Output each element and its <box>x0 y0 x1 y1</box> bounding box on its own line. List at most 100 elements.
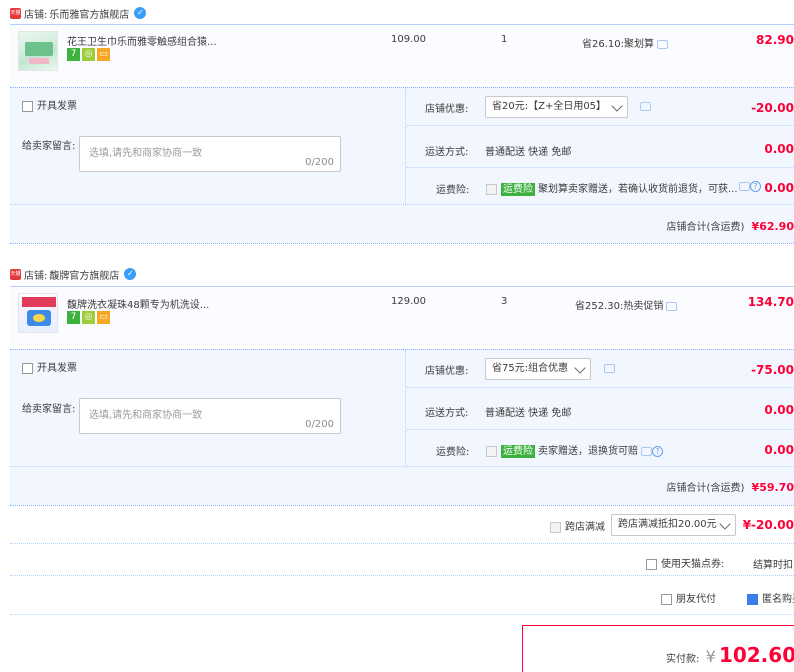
cross-store-select[interactable]: 跨店满减抵扣20.00元 <box>611 514 736 536</box>
payment-label: 实付款: <box>666 654 700 665</box>
options-row-divider <box>405 125 794 126</box>
store-divider <box>10 243 794 244</box>
chevron-down-icon <box>719 518 731 530</box>
tmall-points-note: 结算时扣 <box>753 560 793 571</box>
subtotal-value: ¥62.90 <box>751 220 794 233</box>
insurance-label: 运费险: <box>436 447 470 458</box>
store-subtotal: 店铺合计(含运费) ¥59.70 <box>667 479 794 494</box>
insurance-text: 聚划算卖家赠送，若确认收货前退货，可获... <box>538 184 738 195</box>
options-row-divider <box>405 429 794 430</box>
promo-text: 省26.10:聚划算 <box>582 39 654 50</box>
insurance-tag: 运费险 <box>501 183 535 196</box>
insurance-chat-icon[interactable] <box>641 446 652 456</box>
insurance-amount: 0.00 <box>764 181 794 195</box>
discount-detail-icon[interactable] <box>640 102 651 111</box>
help-icon[interactable]: ? <box>652 446 663 457</box>
friend-pay-checkbox[interactable] <box>661 593 672 605</box>
anonymous-option[interactable]: 匿名购买 <box>747 590 794 605</box>
friend-pay-label: 朋友代付 <box>676 594 716 605</box>
insurance-help: ? <box>739 181 761 192</box>
options-row-divider <box>405 167 794 168</box>
quantity: 3 <box>501 296 508 307</box>
cross-store-value: 跨店满减抵扣20.00元 <box>618 519 717 530</box>
message-label: 给卖家留言: <box>22 404 76 415</box>
insurance-checkbox <box>486 445 497 457</box>
subtotal-value: ¥59.70 <box>751 481 794 494</box>
guarantee-icon[interactable]: ◎ <box>82 311 95 324</box>
tmall-points-checkbox[interactable] <box>646 558 657 570</box>
invoice-label: 开具发票 <box>37 101 77 112</box>
subtotal-label: 店铺合计(含运费) <box>666 222 745 233</box>
row-divider <box>10 575 794 576</box>
product-title-link[interactable]: 馥牌洗衣凝珠48颗专为机洗设... <box>67 296 209 311</box>
shipping-label: 运送方式: <box>425 408 469 419</box>
invoice-label: 开具发票 <box>37 363 77 374</box>
store-name-link[interactable]: 乐而雅官方旗舰店 <box>49 6 129 21</box>
payment-summary: 实付款: ¥ 102.60 <box>522 625 794 672</box>
tmall-points-label: 使用天猫点券: <box>661 559 725 570</box>
store-name-link[interactable]: 馥牌官方旗舰店 <box>49 267 119 282</box>
options-row-divider <box>405 387 794 388</box>
invoice-option[interactable]: 开具发票 <box>22 359 77 374</box>
discount-amount: -20.00 <box>751 101 794 115</box>
help-icon[interactable]: ? <box>750 181 761 192</box>
insurance-tag: 运费险 <box>501 445 535 458</box>
message-placeholder: 选填,请先和商家协商一致 <box>89 410 203 421</box>
store-label: 店铺: <box>24 9 48 21</box>
product-title-link[interactable]: 花王卫生巾乐而雅零触感组合猿... <box>67 33 217 48</box>
insurance-text: 卖家赠送，退换货可赔 <box>538 446 638 457</box>
store-header: 天猫 店铺: 乐而雅官方旗舰店 ✓ <box>10 3 147 23</box>
cross-store-amount: ¥-20.00 <box>742 518 794 532</box>
promo-info: 省252.30:热卖促销 <box>575 297 678 312</box>
store-discount-select[interactable]: 省20元:【Z+全日用05】 <box>485 96 628 118</box>
insurance-checkbox <box>486 183 497 195</box>
order-item-row <box>10 286 794 346</box>
message-placeholder: 选填,请先和商家协商一致 <box>89 148 203 159</box>
anonymous-checkbox[interactable] <box>747 593 758 605</box>
store-discount-select[interactable]: 省75元:组合优惠 <box>485 358 591 380</box>
wangwang-chat-icon[interactable]: ✓ <box>124 268 137 280</box>
product-thumbnail[interactable] <box>18 31 58 71</box>
payment-amount: 102.60 <box>718 643 794 667</box>
store-discount-value: 省75元:组合优惠 <box>492 363 569 374</box>
invoice-checkbox[interactable] <box>22 100 33 112</box>
seven-day-return-icon[interactable]: 7 <box>67 311 80 324</box>
product-thumbnail[interactable] <box>18 293 58 333</box>
seller-message-input[interactable]: 选填,请先和商家协商一致 0/200 <box>79 398 341 434</box>
anonymous-label: 匿名购买 <box>762 594 794 605</box>
chevron-down-icon <box>574 362 586 374</box>
row-divider <box>10 543 794 544</box>
wangwang-chat-icon[interactable]: ✓ <box>134 7 147 19</box>
insurance-chat-icon[interactable] <box>739 181 750 191</box>
credit-card-icon[interactable]: ▭ <box>97 311 110 324</box>
credit-card-icon[interactable]: ▭ <box>97 48 110 61</box>
shipping-method: 普通配送 快递 免邮 <box>485 408 572 419</box>
insurance-amount: 0.00 <box>764 443 794 457</box>
shipping-amount: 0.00 <box>764 403 794 417</box>
options-divider <box>405 350 406 466</box>
seller-message-input[interactable]: 选填,请先和商家协商一致 0/200 <box>79 136 341 172</box>
unit-price: 129.00 <box>391 296 426 307</box>
promo-detail-icon[interactable] <box>666 301 678 311</box>
tmall-points-option[interactable]: 使用天猫点券: <box>646 555 724 570</box>
invoice-checkbox[interactable] <box>22 362 33 374</box>
tmall-icon: 天猫 <box>10 7 21 19</box>
insurance-label: 运费险: <box>436 185 470 196</box>
store-header: 天猫 店铺: 馥牌官方旗舰店 ✓ <box>10 264 137 284</box>
store-discount-label: 店铺优惠: <box>425 104 469 115</box>
guarantee-icon[interactable]: ◎ <box>82 48 95 61</box>
options-row-divider <box>10 204 794 205</box>
discount-amount: -75.00 <box>751 363 794 377</box>
promo-detail-icon[interactable] <box>657 39 668 49</box>
cross-store-discount: 跨店满减 <box>550 518 605 533</box>
options-divider <box>405 88 406 204</box>
seven-day-return-icon[interactable]: 7 <box>67 48 80 61</box>
friend-pay-option[interactable]: 朋友代付 <box>661 590 716 605</box>
store-subtotal: 店铺合计(含运费) ¥62.90 <box>667 218 794 233</box>
insurance-info: 运费险 聚划算卖家赠送，若确认收货前退货，可获... <box>486 180 738 196</box>
discount-detail-icon[interactable] <box>604 364 615 373</box>
currency-symbol: ¥ <box>705 647 716 666</box>
store-label: 店铺: <box>24 270 48 282</box>
invoice-option[interactable]: 开具发票 <box>22 97 77 112</box>
shipping-method: 普通配送 快递 免邮 <box>485 147 572 158</box>
